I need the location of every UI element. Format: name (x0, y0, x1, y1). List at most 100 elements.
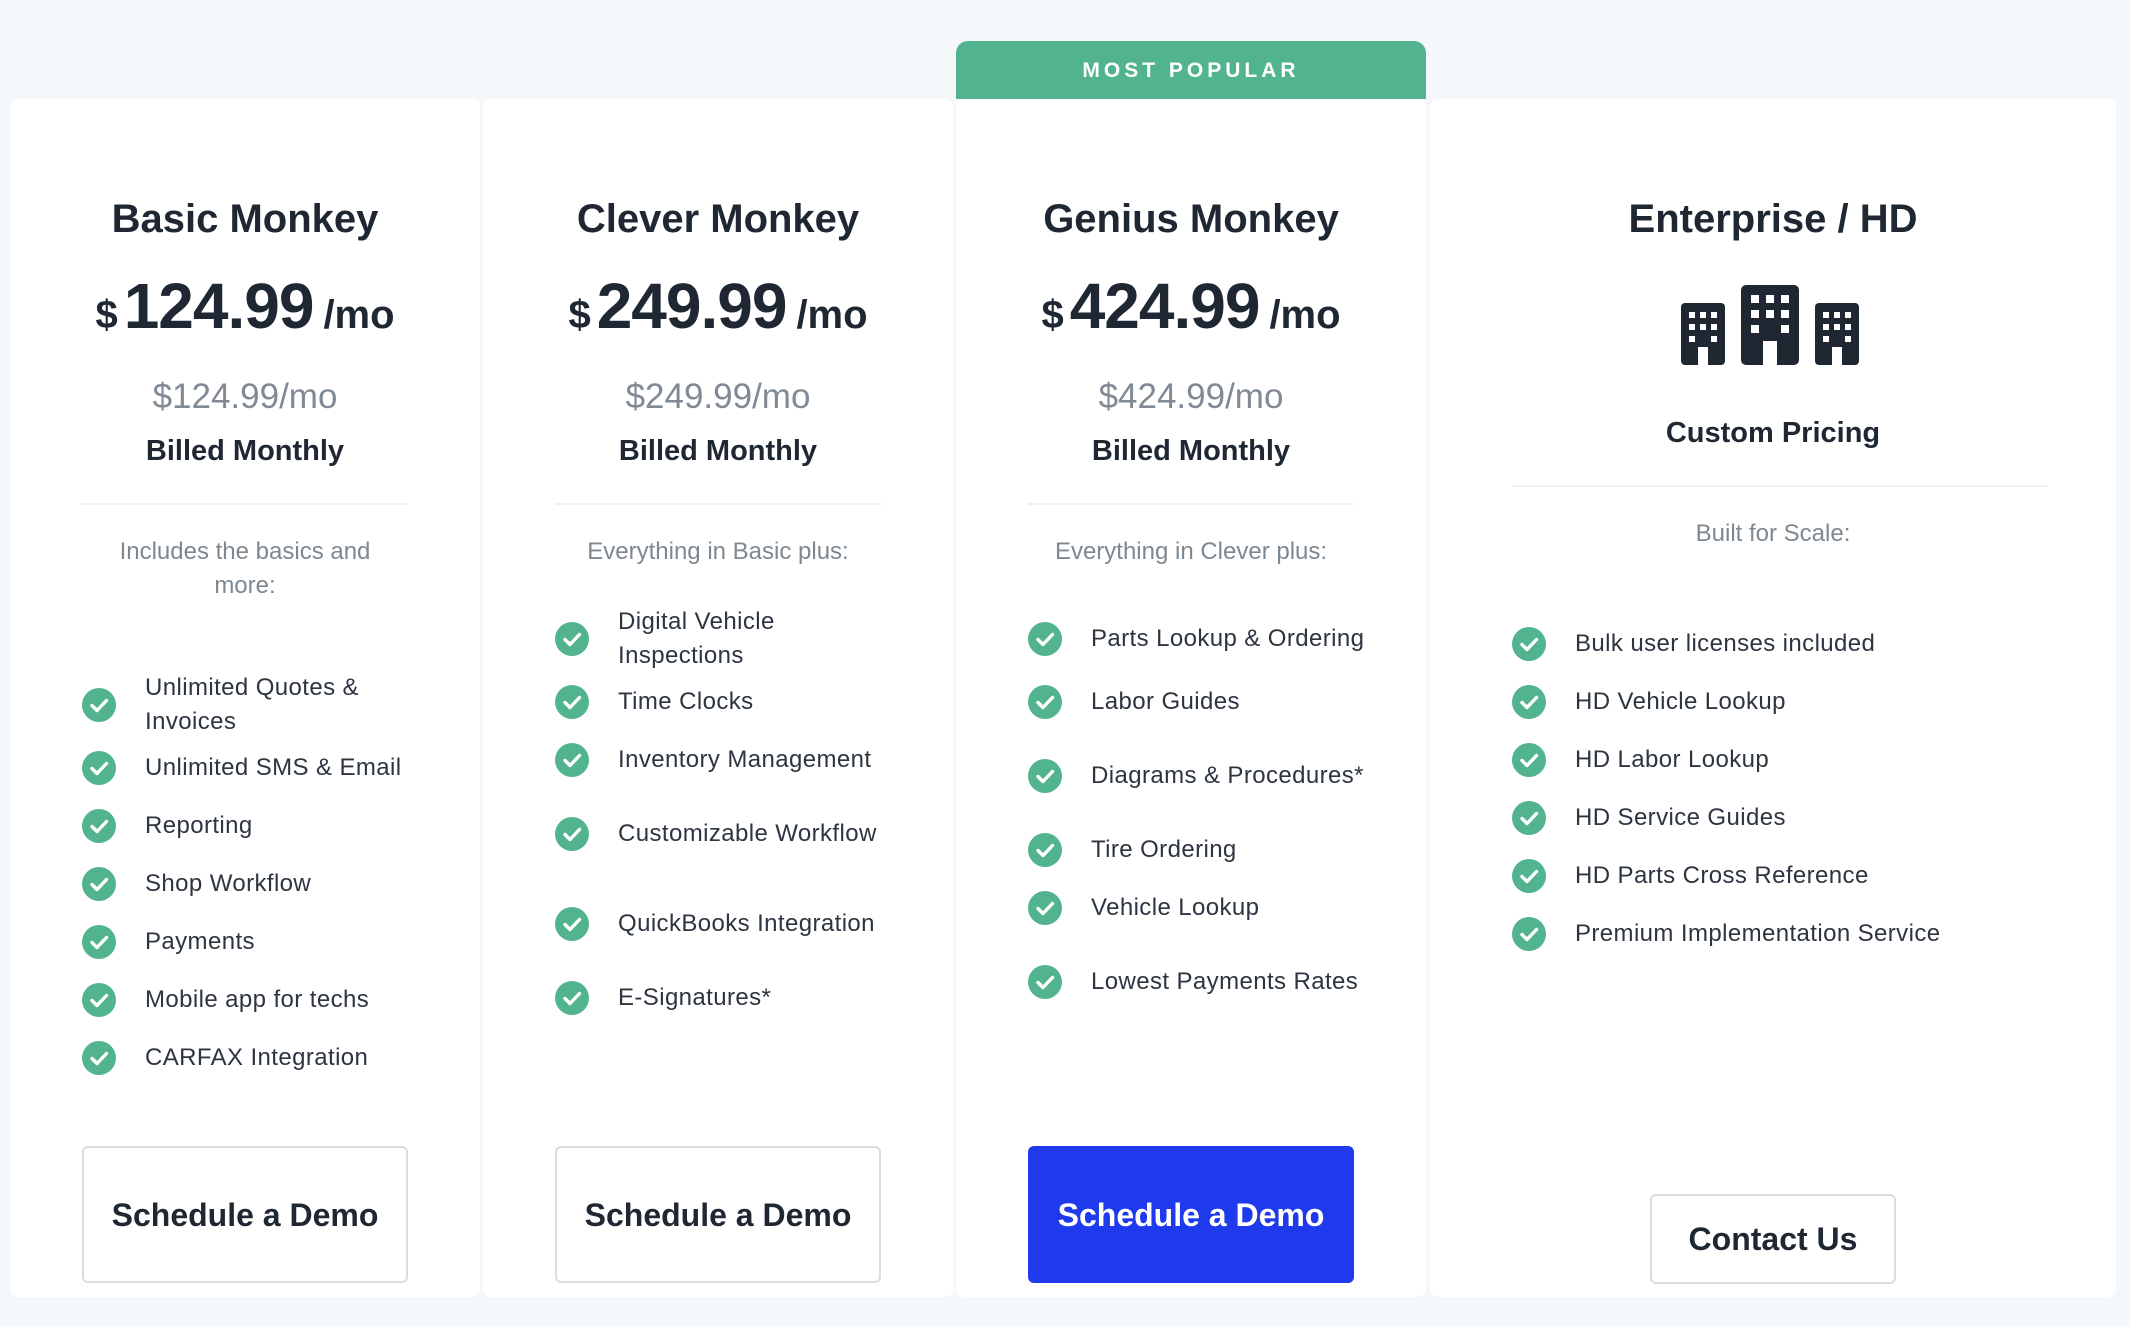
price-currency: $ (95, 293, 118, 337)
feature-item: HD Parts Cross Reference (1512, 847, 2072, 905)
feature-label: Unlimited Quotes & Invoices (145, 674, 359, 735)
divider (82, 503, 408, 505)
feature-label: Reporting (145, 812, 253, 839)
feature-label: HD Vehicle Lookup (1575, 688, 1786, 715)
feature-label: HD Labor Lookup (1575, 746, 1770, 773)
feature-label: Tire Ordering (1091, 836, 1237, 863)
check-circle-icon (82, 751, 116, 785)
feature-item: Unlimited SMS & Email (82, 739, 422, 797)
sub-price: $124.99/mo (152, 377, 338, 416)
feature-label: Lowest Payments Rates (1091, 968, 1359, 995)
check-circle-icon (82, 809, 116, 843)
check-circle-icon (1028, 833, 1062, 867)
feature-label: Mobile app for techs (145, 986, 370, 1013)
check-circle-icon (1028, 685, 1062, 719)
plan-card-genius: Genius Monkey $ 424.99 /mo $424.99/mo Bi… (956, 99, 1426, 1297)
check-circle-icon (555, 743, 589, 777)
price-period: /mo (323, 293, 395, 337)
feature-item: Bulk user licenses included (1512, 615, 2072, 673)
plan-price: $ 124.99 /mo (10, 269, 480, 343)
check-circle-icon (82, 1041, 116, 1075)
plan-name: Genius Monkey (1043, 197, 1339, 241)
feature-label: Time Clocks (618, 688, 754, 715)
check-circle-icon (82, 925, 116, 959)
check-circle-icon (82, 983, 116, 1017)
contact-us-button[interactable]: Contact Us (1650, 1194, 1896, 1284)
plan-name: Clever Monkey (576, 197, 860, 241)
plan-name: Basic Monkey (111, 197, 379, 241)
feature-label: Digital Vehicle Inspections (618, 608, 775, 669)
features-intro: Everything in Clever plus: (1054, 538, 1328, 565)
plan-card-clever: Clever Monkey $ 249.99 /mo $249.99/mo Bi… (483, 99, 953, 1297)
feature-item: Tire Ordering (1028, 821, 1368, 879)
price-currency: $ (568, 293, 591, 337)
feature-label: Inventory Management (618, 746, 872, 773)
feature-label: Premium Implementation Service (1575, 920, 1941, 947)
check-circle-icon (1512, 801, 1546, 835)
feature-list: Bulk user licenses included HD Vehicle L… (1512, 615, 2072, 963)
plan-price: $ 249.99 /mo (483, 269, 953, 343)
feature-item: Vehicle Lookup (1028, 879, 1368, 937)
plan-card-basic: Basic Monkey $ 124.99 /mo $124.99/mo Bil… (10, 99, 480, 1297)
check-circle-icon (1028, 759, 1062, 793)
feature-label: HD Service Guides (1575, 804, 1786, 831)
feature-item: E-Signatures* (555, 969, 895, 1027)
check-circle-icon (555, 685, 589, 719)
price-amount: 124.99 (123, 270, 315, 342)
feature-list: Parts Lookup & Ordering Labor Guides Dia… (1028, 605, 1368, 1027)
custom-pricing-label: Custom Pricing (1665, 417, 1881, 449)
check-circle-icon (1512, 685, 1546, 719)
feature-label: E-Signatures* (618, 984, 772, 1011)
feature-item: HD Labor Lookup (1512, 731, 2072, 789)
pricing-section: MOST POPULAR Basic Monkey $ 124.99 /mo $… (10, 41, 2116, 1297)
price-period: /mo (796, 293, 868, 337)
feature-item: Shop Workflow (82, 855, 422, 913)
check-circle-icon (555, 981, 589, 1015)
check-circle-icon (555, 907, 589, 941)
check-circle-icon (1512, 917, 1546, 951)
billing-label: Billed Monthly (145, 435, 345, 467)
schedule-demo-button[interactable]: Schedule a Demo (555, 1146, 881, 1283)
check-circle-icon (1028, 891, 1062, 925)
feature-item: Parts Lookup & Ordering (1028, 605, 1368, 673)
divider (555, 503, 881, 505)
features-intro: Includes the basics and more: (119, 538, 371, 599)
feature-label: QuickBooks Integration (618, 910, 875, 937)
feature-item: Unlimited Quotes & Invoices (82, 671, 422, 739)
price-amount: 424.99 (1069, 270, 1261, 342)
feature-label: Labor Guides (1091, 688, 1240, 715)
check-circle-icon (555, 817, 589, 851)
feature-item: Time Clocks (555, 673, 895, 731)
check-circle-icon (1028, 965, 1062, 999)
price-amount: 249.99 (596, 270, 788, 342)
feature-item: Mobile app for techs (82, 971, 422, 1029)
schedule-demo-button[interactable]: Schedule a Demo (82, 1146, 408, 1283)
feature-item: Lowest Payments Rates (1028, 937, 1368, 1027)
most-popular-banner: MOST POPULAR (956, 41, 1426, 99)
feature-label: Unlimited SMS & Email (145, 754, 402, 781)
feature-item: CARFAX Integration (82, 1029, 422, 1087)
feature-list: Unlimited Quotes & Invoices Unlimited SM… (82, 671, 422, 1087)
check-circle-icon (555, 622, 589, 656)
feature-item: Digital Vehicle Inspections (555, 605, 895, 673)
sub-price: $249.99/mo (625, 377, 811, 416)
plan-name: Enterprise / HD (1628, 197, 1918, 241)
divider (1028, 503, 1354, 505)
feature-label: Diagrams & Procedures* (1091, 762, 1364, 789)
feature-item: Diagrams & Procedures* (1028, 731, 1368, 821)
check-circle-icon (1512, 859, 1546, 893)
feature-item: Inventory Management (555, 731, 895, 789)
feature-item: HD Vehicle Lookup (1512, 673, 2072, 731)
feature-label: CARFAX Integration (145, 1044, 369, 1071)
price-currency: $ (1041, 293, 1064, 337)
check-circle-icon (82, 867, 116, 901)
feature-item: Labor Guides (1028, 673, 1368, 731)
schedule-demo-button[interactable]: Schedule a Demo (1028, 1146, 1354, 1283)
feature-label: Payments (145, 928, 255, 955)
buildings-icon (1430, 285, 2116, 365)
feature-label: Vehicle Lookup (1091, 894, 1260, 921)
features-intro: Built for Scale: (1695, 520, 1851, 547)
feature-item: QuickBooks Integration (555, 879, 895, 969)
check-circle-icon (1512, 743, 1546, 777)
feature-label: HD Parts Cross Reference (1575, 862, 1869, 889)
